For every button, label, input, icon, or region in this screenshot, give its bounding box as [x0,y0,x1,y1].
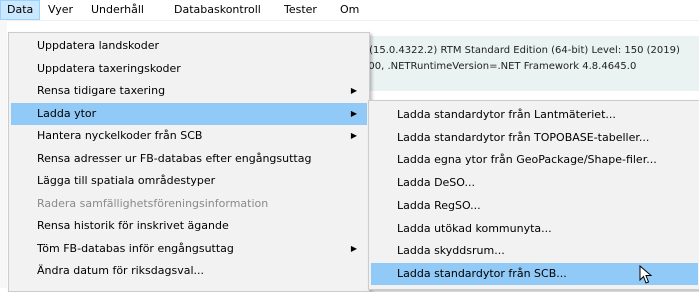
menu-underhall[interactable]: Underhåll [85,0,150,20]
menu-item-tom-fb-databas-infor-engangsuttag[interactable]: Töm FB-databas inför engångsuttag ▶ [11,238,367,260]
menu-item-label: Töm FB-databas inför engångsuttag [37,241,234,255]
submenu-item-ladda-standardytor-fran-topobase-tabeller[interactable]: Ladda standardytor från TOPOBASE-tabelle… [371,127,698,149]
menu-item-ladda-ytor[interactable]: Ladda ytor ▶ [11,102,367,125]
menu-item-uppdatera-landskoder[interactable]: Uppdatera landskoder [11,35,367,57]
submenu-item-ladda-utokad-kommunyta[interactable]: Ladda utökad kommunyta... [371,218,698,240]
menu-item-label: Uppdatera taxeringskoder [37,61,181,75]
data-menu: Uppdatera landskoder Uppdatera taxeringsk… [8,32,370,292]
submenu-item-ladda-deso[interactable]: Ladda DeSO... [371,172,698,194]
submenu-item-label: Ladda egna ytor från GeoPackage/Shape-fi… [397,153,657,167]
menu-item-hantera-nyckelkoder-fran-scb[interactable]: Hantera nyckelkoder från SCB ▶ [11,125,367,147]
menu-item-label: Ändra datum för riksdagsval... [37,264,204,277]
menu-item-label: Ladda ytor [37,106,97,120]
submenu-item-label: Ladda DeSO... [397,176,475,190]
menu-item-rensa-historik-for-inskrivet-agande[interactable]: Rensa historik för inskrivet ägande [11,215,367,237]
menu-item-andra-datum-for-riksdagsval[interactable]: Ändra datum för riksdagsval... [11,260,367,282]
submenu-item-label: Ladda utökad kommunyta... [397,221,552,235]
runtime-version-text: 000, .NETRuntimeVersion=.NET Framework 4… [362,61,637,72]
menu-item-label: Hantera nyckelkoder från SCB [37,129,203,142]
submenu-item-label: Ladda skyddsrum... [397,244,505,258]
submenu-item-ladda-regso[interactable]: Ladda RegSO... [371,195,698,217]
submenu-arrow-icon: ▶ [350,131,357,140]
menu-om[interactable]: Om [334,0,365,20]
menu-item-label: Lägga till spatiala områdestyper [37,174,216,187]
menu-item-label: Radera samfällighetsföreningsinformation [37,196,269,210]
submenu-arrow-icon: ▶ [350,243,357,253]
window-left-strip [0,20,7,288]
submenu-item-ladda-standardytor-fran-lantmateriet[interactable]: Ladda standardytor från Lantmäteriet... [371,104,698,126]
menu-item-uppdatera-taxeringskoder[interactable]: Uppdatera taxeringskoder [11,58,367,80]
menu-databaskontroll[interactable]: Databaskontroll [168,0,267,20]
ladda-ytor-submenu: Ladda standardytor från Lantmäteriet... L… [368,100,699,290]
mouse-pointer-icon [639,265,653,284]
menu-vyer[interactable]: Vyer [42,0,79,20]
menu-tester[interactable]: Tester [278,0,323,20]
menu-item-radera-samfallighetsforeningsinformation: Radera samfällighetsföreningsinformation [11,193,367,215]
submenu-item-ladda-egna-ytor-fran-geopackage-shape-filer[interactable]: Ladda egna ytor från GeoPackage/Shape-fi… [371,149,698,171]
menu-item-rensa-tidigare-taxering[interactable]: Rensa tidigare taxering ▶ [11,80,367,102]
menu-data[interactable]: Data [0,0,41,20]
menu-item-label: Uppdatera landskoder [37,39,160,52]
submenu-item-label: Ladda standardytor från TOPOBASE-tabelle… [397,130,650,144]
menu-bar: Data Vyer Underhåll Databaskontroll Test… [0,0,699,21]
submenu-item-ladda-skyddsrum[interactable]: Ladda skyddsrum... [371,240,698,262]
submenu-item-label: Ladda standardytor från SCB... [397,266,567,280]
menu-item-lagga-till-spatiala-omradestyper[interactable]: Lägga till spatiala områdestyper [11,170,367,192]
submenu-item-label: Ladda RegSO... [397,198,481,212]
menu-item-label: Rensa tidigare taxering [37,84,166,97]
menu-item-rensa-adresser-ur-fb-databas-efter-engangsuttag[interactable]: Rensa adresser ur FB-databas efter engån… [11,148,367,170]
submenu-arrow-icon: ▶ [350,86,357,95]
menu-item-label: Rensa historik för inskrivet ägande [37,219,229,232]
submenu-item-label: Ladda standardytor från Lantmäteriet... [397,108,616,121]
server-version-text: ) (15.0.4322.2) RTM Standard Edition (64… [362,45,680,56]
submenu-arrow-icon: ▶ [350,108,357,118]
menu-item-label: Rensa adresser ur FB-databas efter engån… [37,151,312,165]
